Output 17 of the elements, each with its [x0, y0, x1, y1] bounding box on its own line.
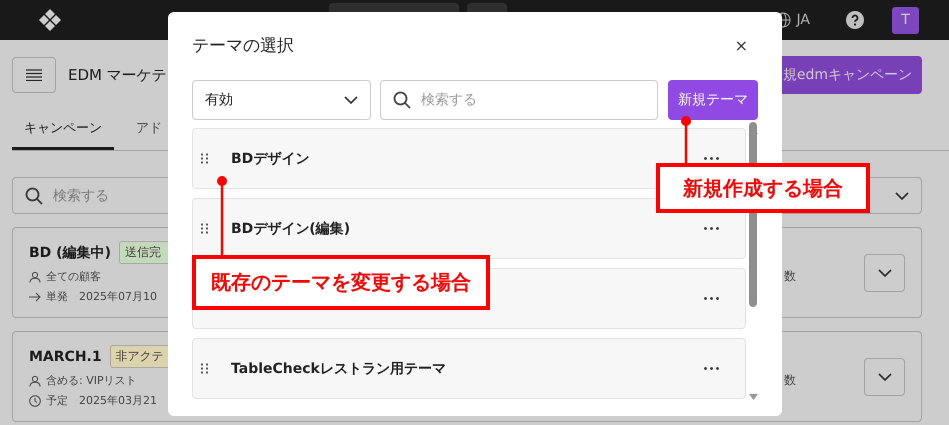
- theme-name: TableCheckレストラン用テーマ: [231, 360, 446, 378]
- date-text: 2025年03月21: [79, 393, 157, 408]
- annotation-callout: 既存のテーマを変更する場合: [192, 255, 490, 310]
- schedule-text: 単発: [46, 289, 68, 304]
- audience-text: 含める: VIPリスト: [46, 373, 137, 388]
- theme-name: BDデザイン: [231, 150, 310, 168]
- date-text: 2025年07月10: [79, 289, 157, 304]
- metric-text: 数: [784, 268, 796, 285]
- dialog-title: テーマの選択: [192, 34, 294, 56]
- page-title: EDM マーケテ: [68, 66, 167, 84]
- annotation-callout: 新規作成する場合: [656, 163, 870, 213]
- campaign-title: MARCH.1: [29, 348, 102, 364]
- theme-name: BDデザイン(編集): [231, 220, 350, 238]
- schedule-text: 予定: [46, 393, 68, 408]
- campaign-title: BD (編集中): [29, 244, 111, 262]
- metric-text: 数: [784, 372, 796, 389]
- audience-text: 全ての顧客: [46, 269, 101, 284]
